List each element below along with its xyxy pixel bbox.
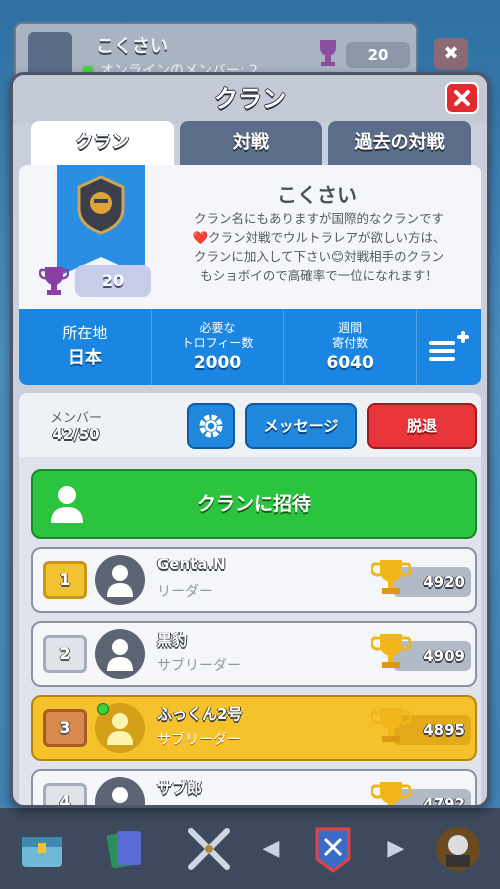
clan-description-line: ❤️クラン対戦でウルトラレアが欲しい方は、	[192, 230, 446, 245]
member-row[interactable]: 4 サブ郎 4792	[31, 769, 477, 805]
invite-to-clan-button[interactable]: クランに招待	[31, 469, 477, 539]
person-icon	[107, 565, 133, 597]
member-rank: 4	[43, 783, 87, 805]
clan-trophy-count: 20	[75, 265, 151, 297]
member-avatar	[95, 555, 145, 605]
member-rank: 3	[43, 709, 87, 747]
clan-description-line: もショボイので高確率で一位になれます！	[200, 268, 438, 283]
clan-description: クラン名にもありますが国際的なクランです ❤️クラン対戦でウルトラレアが欲しい方…	[169, 209, 469, 285]
member-role: リーダー	[157, 584, 213, 600]
tab-past-battles[interactable]: 過去の対戦	[328, 121, 472, 165]
gold-trophy-icon	[371, 560, 411, 594]
member-avatar	[95, 777, 145, 805]
stat-required-trophies-value: 2000	[193, 353, 242, 373]
gear-icon	[199, 414, 223, 438]
member-rank: 2	[43, 635, 87, 673]
online-status-icon	[97, 703, 109, 715]
clan-menu-button[interactable]	[417, 309, 481, 385]
background-clan-name: こくさい	[96, 36, 168, 57]
members-count: 42/50	[52, 425, 100, 443]
clan-info-card: 20 こくさい クラン名にもありますが国際的なクランです ❤️クラン対戦でウルト…	[19, 165, 481, 385]
clan-modal: クラン クラン 対戦 過去の対戦 20 こくさい クラン名にもありますが国際的な	[10, 72, 490, 808]
stat-weekly-donations-label: 週間 寄付数	[332, 321, 369, 350]
member-name: 黒豹	[157, 631, 188, 649]
settings-button[interactable]	[187, 403, 235, 449]
tab-clan[interactable]: クラン	[31, 121, 174, 165]
nav-clan-icon[interactable]	[302, 818, 364, 880]
nav-cards-icon[interactable]	[94, 818, 156, 880]
menu-plus-icon	[429, 331, 470, 361]
person-icon	[112, 787, 128, 803]
member-row-self[interactable]: 3 ふっくん2号 サブリーダー 4895	[31, 695, 477, 761]
close-icon	[454, 90, 470, 106]
nav-shop-chest-icon[interactable]	[11, 818, 73, 880]
bottom-nav: ◀ ▶	[0, 808, 500, 889]
leave-button[interactable]: 脱退	[367, 403, 477, 449]
clan-badge-icon	[77, 175, 125, 235]
member-name: サブ郎	[157, 779, 203, 797]
clan-name: こくさい	[277, 183, 357, 207]
background-clan-badge-icon	[28, 32, 72, 76]
member-name: Genta.N	[157, 555, 226, 573]
stat-location: 所在地 日本	[19, 309, 152, 385]
person-icon	[107, 639, 133, 671]
trophy-icon	[320, 40, 336, 66]
member-avatar	[95, 629, 145, 679]
member-row[interactable]: 1 Genta.N リーダー 4920	[31, 547, 477, 613]
stat-required-trophies-label: 必要な トロフィー数	[181, 321, 254, 350]
close-button[interactable]	[445, 82, 479, 114]
background-trophy-count: 20	[346, 42, 410, 68]
member-rank: 1	[43, 561, 87, 599]
gold-trophy-icon	[371, 782, 411, 805]
stat-required-trophies: 必要な トロフィー数 2000	[152, 309, 285, 385]
members-panel: メンバー 42/50 メッセージ 脱退 クランに招待 1 Genta.N リーダ…	[19, 393, 481, 805]
nav-profile-avatar-icon[interactable]	[427, 818, 489, 880]
member-role: サブリーダー	[157, 732, 241, 748]
nav-right-arrow-icon[interactable]: ▶	[386, 836, 406, 861]
clan-stats-bar: 所在地 日本 必要な トロフィー数 2000 週間 寄付数 6040	[19, 309, 481, 385]
person-icon	[107, 713, 133, 745]
stat-location-value: 日本	[67, 348, 102, 368]
background-close-button: ✖	[434, 38, 468, 70]
stat-weekly-donations: 週間 寄付数 6040	[284, 309, 418, 385]
modal-header: クラン	[13, 75, 487, 123]
tab-bar: クラン 対戦 過去の対戦	[31, 121, 472, 165]
members-label: メンバー	[49, 411, 102, 426]
tab-battle[interactable]: 対戦	[179, 121, 323, 165]
invite-to-clan-label: クランに招待	[196, 493, 311, 515]
nav-battle-swords-icon[interactable]	[178, 818, 240, 880]
gold-trophy-icon	[371, 634, 411, 668]
members-header: メンバー 42/50 メッセージ 脱退	[19, 393, 481, 457]
clan-description-line: クランに加入して下さい😊対戦相手のクラン	[193, 249, 445, 264]
clan-trophy-row: 20	[39, 265, 151, 297]
member-row[interactable]: 2 黒豹 サブリーダー 4909	[31, 621, 477, 687]
modal-title: クラン	[214, 85, 286, 113]
gold-trophy-icon	[371, 708, 411, 742]
person-icon	[51, 486, 83, 523]
clan-description-line: クラン名にもありますが国際的なクランです	[193, 211, 444, 226]
stat-location-label: 所在地	[62, 324, 108, 342]
stat-weekly-donations-value: 6040	[326, 353, 374, 373]
nav-left-arrow-icon[interactable]: ◀	[261, 836, 281, 861]
message-button[interactable]: メッセージ	[245, 403, 357, 449]
trophy-icon	[39, 267, 69, 295]
member-role: サブリーダー	[157, 658, 241, 674]
member-name: ふっくん2号	[157, 705, 243, 723]
